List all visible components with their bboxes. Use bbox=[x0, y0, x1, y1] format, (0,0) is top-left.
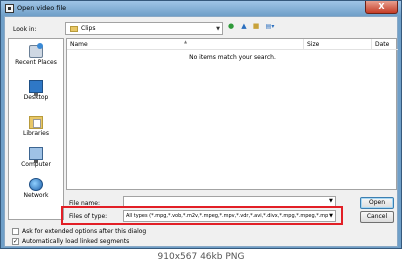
chevron-down-icon[interactable]: ▼ bbox=[329, 198, 333, 204]
chevron-down-icon: ▼ bbox=[328, 213, 333, 219]
checkbox-label: Ask for extended options after this dial… bbox=[22, 228, 147, 235]
window-title: Open video file bbox=[17, 4, 67, 12]
open-video-dialog: Open video file X Look in: Clips ▼ ● ▲ ■… bbox=[0, 0, 402, 249]
place-label: Network bbox=[23, 192, 49, 199]
column-header-date[interactable]: Date bbox=[372, 39, 398, 50]
up-folder-icon[interactable]: ▲ bbox=[239, 21, 249, 32]
image-info-text: 910x567 46kb PNG bbox=[157, 252, 245, 262]
look-in-label: Look in: bbox=[13, 26, 37, 33]
files-of-type-dropdown[interactable]: All types (*.mpg,*.vob,*.m2v,*.mpeg,*.mp… bbox=[123, 210, 336, 222]
checkbox-unchecked[interactable] bbox=[12, 228, 19, 235]
empty-message: No items match your search. bbox=[189, 54, 276, 61]
open-button[interactable]: Open bbox=[360, 197, 394, 209]
place-network[interactable]: Network bbox=[9, 178, 63, 199]
recent-places-icon bbox=[29, 43, 43, 58]
place-label: Recent Places bbox=[15, 59, 57, 66]
cancel-button[interactable]: Cancel bbox=[360, 211, 394, 223]
place-computer[interactable]: Computer bbox=[9, 147, 63, 168]
place-libraries[interactable]: Libraries bbox=[9, 116, 63, 137]
file-list[interactable]: Name ▲ Size Date No items match your sea… bbox=[66, 38, 398, 190]
computer-icon bbox=[29, 147, 43, 163]
checkbox-label: Automatically load linked segments bbox=[22, 238, 130, 245]
files-of-type-label: Files of type: bbox=[69, 213, 108, 220]
new-folder-icon[interactable]: ■ bbox=[251, 21, 261, 32]
place-desktop[interactable]: Desktop bbox=[9, 80, 63, 101]
column-header-size[interactable]: Size bbox=[304, 39, 372, 50]
place-label: Libraries bbox=[23, 130, 49, 137]
place-recent-places[interactable]: Recent Places bbox=[9, 43, 63, 66]
network-icon bbox=[29, 178, 43, 191]
folder-icon bbox=[70, 26, 78, 32]
chevron-down-icon: ▼ bbox=[216, 26, 220, 32]
desktop-icon bbox=[29, 80, 43, 96]
places-bar: Recent Places Desktop Libraries Computer… bbox=[8, 38, 64, 220]
close-button[interactable]: X bbox=[365, 1, 398, 14]
sort-up-icon: ▲ bbox=[184, 39, 188, 44]
checkbox-checked[interactable]: ✓ bbox=[12, 238, 19, 245]
back-arrow-icon[interactable]: ● bbox=[226, 21, 236, 32]
app-icon bbox=[5, 4, 14, 13]
file-name-label: File name: bbox=[69, 200, 100, 207]
image-info-footer: 910x567 46kb PNG bbox=[0, 249, 402, 266]
title-bar[interactable]: Open video file X bbox=[1, 1, 401, 16]
look-in-value: Clips bbox=[81, 25, 96, 32]
look-in-dropdown[interactable]: Clips ▼ bbox=[65, 22, 223, 35]
libraries-icon bbox=[29, 116, 43, 129]
files-of-type-value: All types (*.mpg,*.vob,*.m2v,*.mpeg,*.mp… bbox=[126, 213, 329, 219]
views-menu-icon[interactable]: ▤▾ bbox=[263, 21, 277, 32]
file-name-input[interactable]: ▼ bbox=[123, 196, 336, 208]
dialog-body: Look in: Clips ▼ ● ▲ ■ ▤▾ Recent Places … bbox=[4, 16, 398, 247]
